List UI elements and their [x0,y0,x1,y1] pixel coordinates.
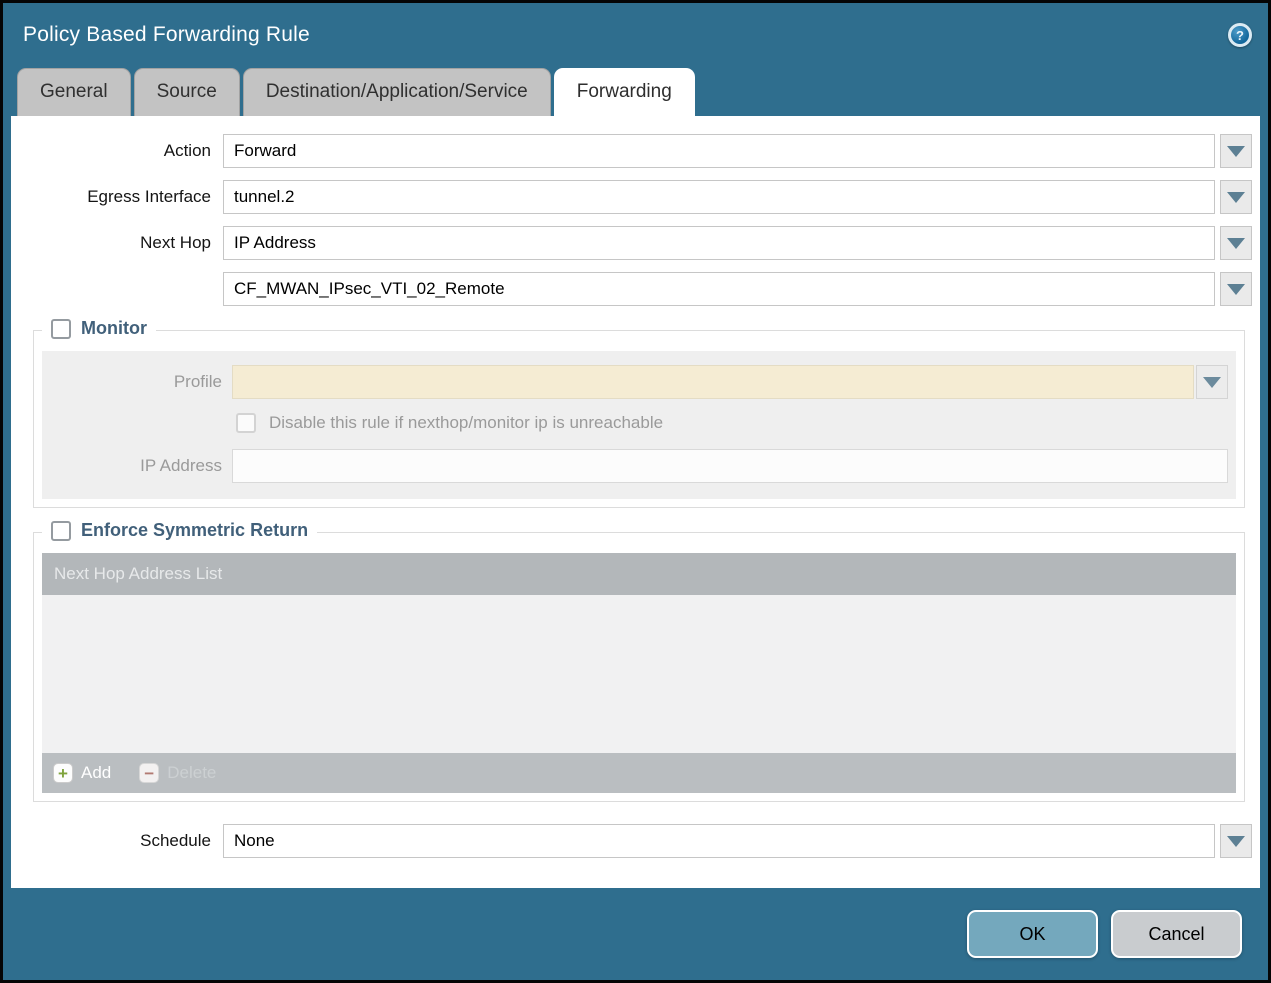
next-hop-type-dropdown-button[interactable] [1220,226,1252,260]
next-hop-type-select[interactable]: IP Address [223,226,1215,260]
monitor-panel: Profile Disable this rule if nexthop/mon… [42,351,1236,499]
next-hop-address-row: CF_MWAN_IPsec_VTI_02_Remote [11,272,1252,306]
monitor-group: Monitor Profile Disable this rule if nex… [33,330,1245,508]
disable-rule-checkbox [236,413,256,433]
dialog-title: Policy Based Forwarding Rule [23,23,310,47]
action-label: Action [11,141,223,161]
next-hop-row: Next Hop IP Address [11,226,1252,260]
monitor-ip-address-row: IP Address [42,449,1228,483]
enforce-symmetric-return-checkbox[interactable] [51,521,71,541]
monitor-checkbox[interactable] [51,319,71,339]
monitor-legend: Monitor [42,318,156,339]
next-hop-address-table-toolbar: + Add − Delete [42,753,1236,793]
delete-icon: − [139,763,159,783]
monitor-ip-address-input [232,449,1228,483]
chevron-down-icon [1227,146,1245,157]
action-select[interactable]: Forward [223,134,1215,168]
next-hop-address-dropdown-button[interactable] [1220,272,1252,306]
egress-interface-select[interactable]: tunnel.2 [223,180,1215,214]
title-bar: Policy Based Forwarding Rule ? [3,3,1268,67]
enforce-symmetric-return-legend: Enforce Symmetric Return [42,520,317,541]
add-button-label: Add [81,763,111,783]
profile-label: Profile [42,372,232,392]
enforce-symmetric-return-group: Enforce Symmetric Return Next Hop Addres… [33,532,1245,802]
chevron-down-icon [1227,238,1245,249]
tab-forwarding[interactable]: Forwarding [554,68,695,116]
profile-dropdown-button [1196,365,1228,399]
disable-rule-label: Disable this rule if nexthop/monitor ip … [269,413,663,433]
action-dropdown-button[interactable] [1220,134,1252,168]
tab-bar: General Source Destination/Application/S… [3,67,1268,116]
ok-button[interactable]: OK [967,910,1098,958]
dialog-footer: OK Cancel [3,888,1268,980]
next-hop-address-list-body [42,595,1236,753]
tab-general[interactable]: General [17,68,131,116]
schedule-dropdown-button[interactable] [1220,824,1252,858]
egress-interface-row: Egress Interface tunnel.2 [11,180,1252,214]
tab-source[interactable]: Source [134,68,240,116]
chevron-down-icon [1227,284,1245,295]
chevron-down-icon [1227,192,1245,203]
monitor-legend-label: Monitor [81,318,147,339]
schedule-row: Schedule None [11,824,1252,858]
policy-based-forwarding-dialog: Policy Based Forwarding Rule ? General S… [0,0,1271,983]
disable-rule-row: Disable this rule if nexthop/monitor ip … [236,413,1228,433]
enforce-symmetric-return-legend-label: Enforce Symmetric Return [81,520,308,541]
profile-select [232,365,1194,399]
delete-button: − Delete [139,763,216,783]
monitor-ip-address-label: IP Address [42,456,232,476]
next-hop-label: Next Hop [11,233,223,253]
cancel-button[interactable]: Cancel [1111,910,1242,958]
next-hop-address-select[interactable]: CF_MWAN_IPsec_VTI_02_Remote [223,272,1215,306]
action-row: Action Forward [11,134,1252,168]
next-hop-address-table: Next Hop Address List + Add − Delete [42,553,1236,793]
egress-interface-label: Egress Interface [11,187,223,207]
chevron-down-icon [1203,377,1221,388]
schedule-label: Schedule [11,831,223,851]
add-button[interactable]: + Add [53,763,111,783]
schedule-select[interactable]: None [223,824,1215,858]
add-icon: + [53,763,73,783]
forwarding-tab-panel: Action Forward Egress Interface tunnel.2… [11,116,1260,888]
profile-row: Profile [42,365,1228,399]
egress-interface-dropdown-button[interactable] [1220,180,1252,214]
tab-destination-application-service[interactable]: Destination/Application/Service [243,68,551,116]
help-icon[interactable]: ? [1228,23,1252,47]
chevron-down-icon [1227,836,1245,847]
delete-button-label: Delete [167,763,216,783]
next-hop-address-list-header: Next Hop Address List [42,553,1236,595]
